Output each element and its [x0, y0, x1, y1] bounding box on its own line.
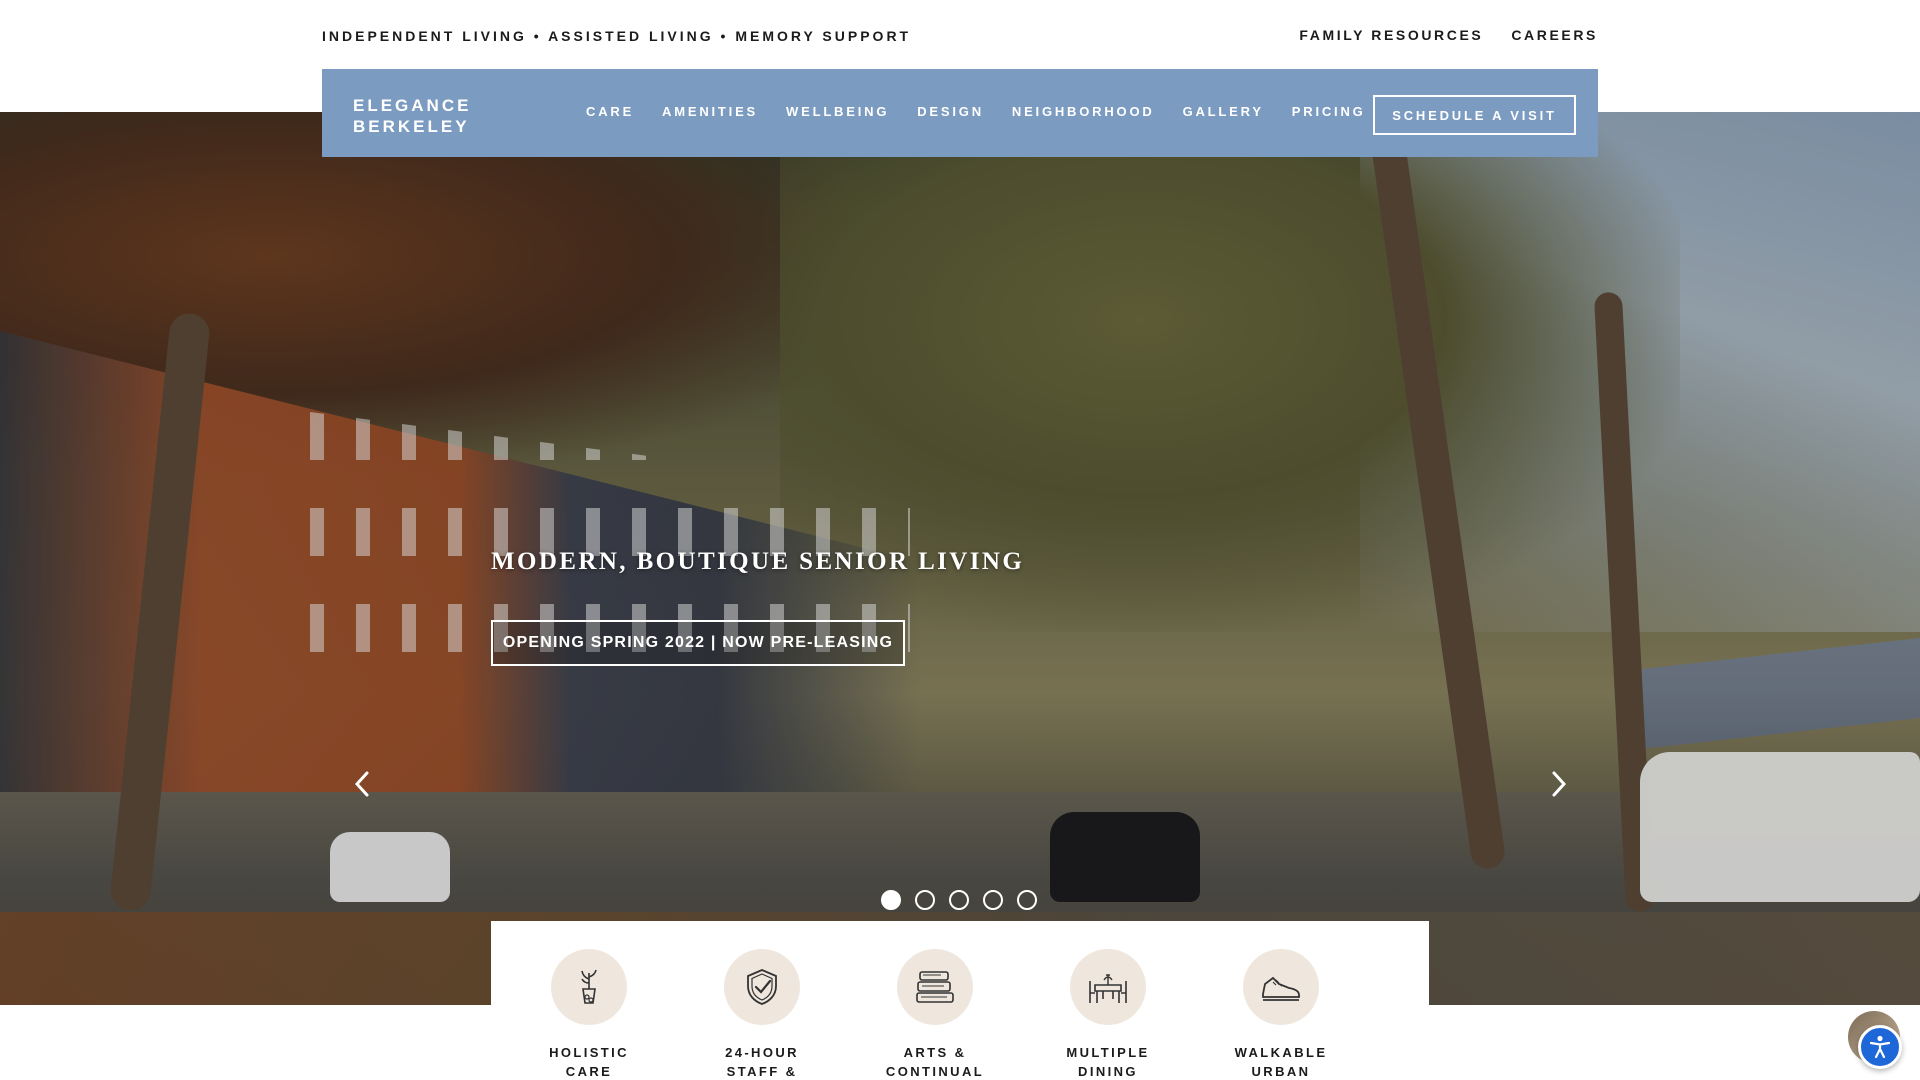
nav-care[interactable]: CARE: [586, 104, 634, 119]
nav-wellbeing[interactable]: WELLBEING: [786, 104, 889, 119]
nav-amenities[interactable]: AMENITIES: [662, 104, 758, 119]
accessibility-widget: [1848, 1011, 1906, 1069]
pre-leasing-button[interactable]: OPENING SPRING 2022 | NOW PRE-LEASING: [491, 620, 905, 666]
nav-design[interactable]: DESIGN: [917, 104, 984, 119]
nav-neighborhood[interactable]: NEIGHBORHOOD: [1012, 104, 1155, 119]
main-navbar: ELEGANCE BERKELEY CARE AMENITIES WELLBEI…: [322, 69, 1598, 157]
feature-label: ARTS & CONTINUAL LEARNING: [885, 1045, 985, 1079]
dining-table-icon: [1089, 974, 1127, 1003]
carousel-dot-4[interactable]: [983, 890, 1003, 910]
brand-logo[interactable]: ELEGANCE BERKELEY: [353, 95, 471, 137]
carousel-dot-2[interactable]: [915, 890, 935, 910]
nav-pricing[interactable]: PRICING: [1292, 104, 1366, 119]
nav-gallery[interactable]: GALLERY: [1183, 104, 1264, 119]
brand-line-2: BERKELEY: [353, 117, 470, 136]
feature-arts-learning[interactable]: ARTS & CONTINUAL LEARNING: [875, 949, 995, 1080]
chevron-left-icon: [354, 771, 369, 797]
nav-menu: CARE AMENITIES WELLBEING DESIGN NEIGHBOR…: [586, 104, 1394, 119]
brand-line-1: ELEGANCE: [353, 96, 472, 115]
sneaker-icon: [1262, 976, 1300, 1001]
carousel-dots: [881, 890, 1037, 910]
feature-holistic-care[interactable]: HOLISTIC CARE: [529, 949, 649, 1080]
shield-check-icon: [747, 969, 777, 1005]
careers-link[interactable]: CAREERS: [1511, 27, 1598, 43]
feature-label: WALKABLE URBAN LOCATION: [1234, 1045, 1328, 1079]
top-utility-bar: INDEPENDENT LIVING • ASSISTED LIVING • M…: [0, 0, 1920, 69]
feature-label: MULTIPLE DINING VENUES: [1066, 1045, 1150, 1079]
feature-walkable[interactable]: WALKABLE URBAN LOCATION: [1221, 949, 1341, 1080]
family-resources-link[interactable]: FAMILY RESOURCES: [1299, 27, 1483, 43]
chevron-right-icon: [1552, 771, 1567, 797]
feature-dining[interactable]: MULTIPLE DINING VENUES: [1048, 949, 1168, 1080]
feature-staff-security[interactable]: 24-HOUR STAFF & SECURITY: [702, 949, 822, 1080]
care-levels-tagline: INDEPENDENT LIVING • ASSISTED LIVING • M…: [322, 28, 912, 44]
carousel-dot-5[interactable]: [1017, 890, 1037, 910]
carousel-dot-1[interactable]: [881, 890, 901, 910]
accessibility-icon: [1869, 1035, 1891, 1059]
books-icon: [916, 971, 954, 1003]
carousel-next-button[interactable]: [1544, 766, 1574, 802]
feature-label: 24-HOUR STAFF & SECURITY: [725, 1045, 799, 1079]
carousel-prev-button[interactable]: [347, 766, 377, 802]
plant-vase-icon: [581, 969, 597, 1004]
hero-title: MODERN, BOUTIQUE SENIOR LIVING: [491, 548, 1025, 575]
carousel-dot-3[interactable]: [949, 890, 969, 910]
features-strip: HOLISTIC CARE 24-HOUR STAFF & SECURITY A…: [491, 921, 1429, 1080]
schedule-visit-button[interactable]: SCHEDULE A VISIT: [1373, 95, 1576, 135]
accessibility-button[interactable]: [1858, 1025, 1902, 1069]
feature-label: HOLISTIC CARE: [549, 1045, 629, 1079]
utility-links: FAMILY RESOURCES CAREERS: [1299, 27, 1598, 43]
